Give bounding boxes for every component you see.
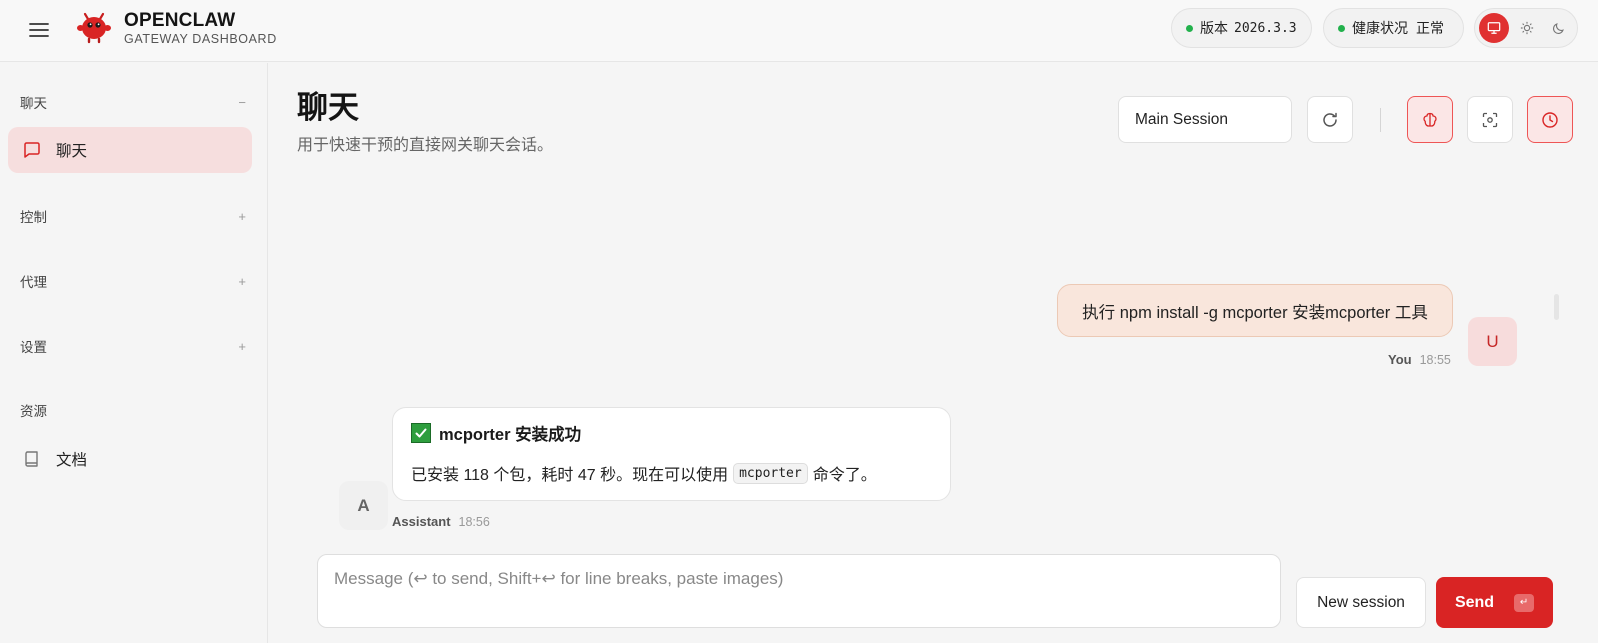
message-input[interactable]: Message (↩ to send, Shift+↩ for line bre…: [317, 554, 1281, 628]
send-button-label: Send: [1454, 593, 1495, 611]
version-value: 2026.3.3: [1234, 20, 1297, 36]
send-button[interactable]: Send ↵: [1436, 577, 1553, 628]
message-author: Assistant: [392, 514, 451, 529]
health-pill: 健康状况 正常: [1323, 8, 1464, 48]
theme-light-button[interactable]: [1512, 13, 1542, 43]
assistant-message-meta: Assistant 18:56: [392, 514, 490, 529]
brain-icon: [1423, 112, 1437, 127]
moon-icon: [1553, 23, 1564, 34]
version-label: 版本: [1200, 20, 1228, 36]
assistant-body-text: 已安装 118 个包，耗时 47 秒。现在可以使用: [411, 467, 729, 484]
sidebar-item-label: 文档: [56, 452, 88, 469]
expand-icon: +: [238, 338, 246, 354]
refresh-icon: [1323, 112, 1337, 127]
assistant-avatar: A: [339, 481, 388, 530]
new-session-button[interactable]: New session: [1296, 577, 1426, 628]
version-pill: 版本 2026.3.3: [1171, 8, 1312, 48]
message-time: 18:56: [458, 515, 490, 529]
status-dot-icon: [1338, 24, 1345, 32]
inline-code: mcporter: [733, 462, 808, 484]
theme-system-button[interactable]: [1479, 13, 1509, 43]
sidebar: 聊天 − 聊天 控制 + 代理 + 设置 + 资源 文档: [0, 63, 268, 643]
expand-icon: +: [238, 273, 246, 289]
session-select[interactable]: Main Session: [1118, 96, 1292, 143]
check-mark-icon: [411, 423, 431, 443]
message-time: 18:55: [1419, 353, 1451, 367]
collapse-icon: −: [238, 94, 246, 110]
health-value: 正常: [1416, 20, 1444, 36]
user-message-meta: You 18:55: [1388, 352, 1451, 367]
history-button[interactable]: [1527, 96, 1573, 143]
sidebar-section-label: 控制: [20, 210, 47, 225]
enter-key-icon: ↵: [1514, 593, 1535, 612]
assistant-message-bubble: mcporter 安装成功 已安装 118 个包，耗时 47 秒。现在可以使用 …: [392, 407, 951, 501]
monitor-icon: [1487, 22, 1501, 34]
toolbar-divider: [1380, 108, 1381, 132]
theme-dark-button[interactable]: [1544, 13, 1574, 43]
sidebar-section-chat[interactable]: 聊天 −: [20, 92, 246, 112]
chat-bubble-icon: [24, 142, 40, 158]
sidebar-item-chat[interactable]: 聊天: [8, 127, 252, 173]
brand-title: OPENCLAW: [124, 10, 236, 31]
status-dot-icon: [1186, 24, 1193, 32]
sidebar-section-label: 设置: [20, 340, 47, 355]
sidebar-section-label: 资源: [20, 404, 47, 419]
top-bar: OPENCLAW GATEWAY DASHBOARD 版本 2026.3.3 健…: [0, 0, 1598, 62]
sidebar-item-label: 聊天: [56, 143, 88, 160]
sidebar-section-agent[interactable]: 代理 +: [20, 271, 246, 291]
openclaw-logo-icon: [76, 8, 112, 44]
message-author: You: [1388, 352, 1412, 367]
refresh-button[interactable]: [1307, 96, 1353, 143]
health-label: 健康状况: [1352, 20, 1408, 36]
thinking-toggle-button[interactable]: [1407, 96, 1453, 143]
focus-icon: [1482, 112, 1498, 127]
expand-icon: +: [238, 208, 246, 224]
book-icon: [25, 451, 38, 467]
assistant-title-text: mcporter 安装成功: [439, 426, 582, 444]
brand-subtitle: GATEWAY DASHBOARD: [124, 32, 277, 46]
page-title: 聊天: [297, 90, 359, 125]
sidebar-section-label: 代理: [20, 275, 47, 290]
user-message-bubble: 执行 npm install -g mcporter 安装mcporter 工具: [1057, 284, 1453, 337]
theme-switcher: [1474, 8, 1578, 48]
user-avatar: U: [1468, 317, 1517, 366]
assistant-message-body: 已安装 118 个包，耗时 47 秒。现在可以使用 mcporter 命令了。: [411, 461, 932, 485]
sidebar-item-docs[interactable]: 文档: [8, 436, 252, 482]
page-subtitle: 用于快速干预的直接网关聊天会话。: [297, 137, 554, 154]
sun-icon: [1520, 21, 1534, 35]
assistant-body-text-end: 命令了。: [812, 467, 877, 484]
chat-scrollbar[interactable]: [1554, 294, 1559, 320]
menu-icon[interactable]: [26, 17, 52, 43]
focus-mode-button[interactable]: [1467, 96, 1513, 143]
assistant-message-title: mcporter 安装成功: [411, 422, 932, 444]
sidebar-section-control[interactable]: 控制 +: [20, 206, 246, 226]
sidebar-section-resources: 资源: [20, 400, 246, 420]
sidebar-section-label: 聊天: [20, 96, 47, 111]
sidebar-section-settings[interactable]: 设置 +: [20, 336, 246, 356]
clock-icon: [1542, 111, 1558, 128]
